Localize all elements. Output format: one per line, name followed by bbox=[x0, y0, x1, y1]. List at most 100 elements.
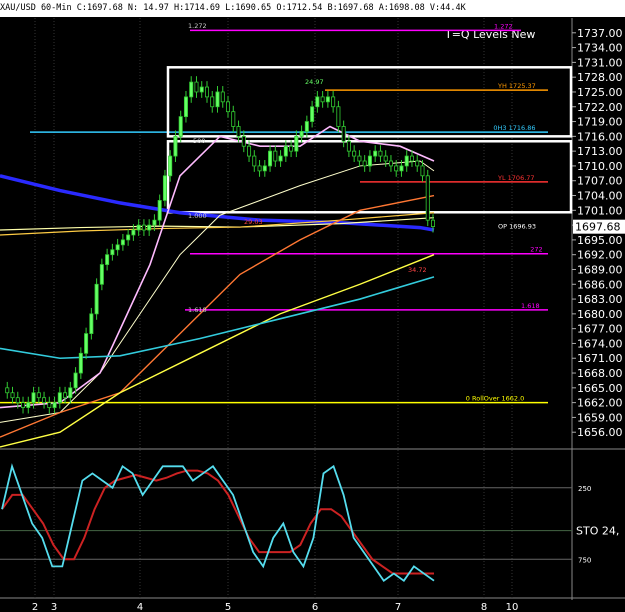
candle-body bbox=[420, 165, 425, 177]
candle-body bbox=[105, 254, 110, 265]
y-tick-label: 1671.00 bbox=[577, 352, 623, 365]
candle-body bbox=[373, 150, 378, 157]
x-tick-label: 5 bbox=[225, 602, 231, 612]
level-label: YH 1725.37 bbox=[497, 82, 536, 90]
y-tick-label: 1716.00 bbox=[577, 130, 623, 143]
level-label: OP 1696.93 bbox=[498, 222, 536, 230]
y-tick-label: 1704.00 bbox=[577, 190, 623, 203]
candle-body bbox=[63, 392, 68, 399]
candle-body bbox=[99, 264, 104, 285]
chart-annotation: 1.000 bbox=[188, 212, 207, 220]
candle-body bbox=[131, 229, 136, 236]
candle-body bbox=[152, 219, 157, 226]
candle-body bbox=[73, 372, 78, 389]
candle-body bbox=[257, 165, 262, 172]
candle-body bbox=[162, 175, 167, 201]
candle-body bbox=[394, 165, 399, 172]
candle-body bbox=[236, 126, 241, 137]
candle-body bbox=[215, 91, 220, 108]
candle-body bbox=[409, 155, 414, 162]
x-tick-label: 4 bbox=[137, 602, 143, 612]
candle-body bbox=[383, 155, 388, 162]
candle-body bbox=[278, 155, 283, 162]
y-tick-label: 1731.00 bbox=[577, 56, 623, 69]
candle-body bbox=[262, 165, 267, 172]
x-tick-label: 6 bbox=[312, 602, 318, 612]
candle-body bbox=[147, 224, 152, 231]
candle-body bbox=[57, 392, 62, 404]
chart-annotation: 29.03 bbox=[244, 218, 263, 226]
x-tick-label: 2 bbox=[32, 602, 38, 612]
x-tick-label: 7 bbox=[395, 602, 401, 612]
osc-slow-line bbox=[1, 469, 434, 575]
x-tick-label: 3 bbox=[51, 602, 57, 612]
candle-body bbox=[204, 86, 209, 98]
candle-body bbox=[189, 81, 194, 98]
chart-annotation: 1.272 bbox=[188, 22, 207, 30]
ma-yellow bbox=[0, 254, 435, 448]
candle-body bbox=[283, 145, 288, 157]
candle-body bbox=[404, 155, 409, 167]
candle-body bbox=[310, 106, 315, 122]
chart-annotation: 34.72 bbox=[408, 266, 427, 274]
candle-body bbox=[115, 244, 120, 251]
candle-body bbox=[252, 155, 257, 167]
y-tick-label: 1674.00 bbox=[577, 337, 623, 350]
candle-body bbox=[415, 160, 420, 167]
y-tick-label: 1695.00 bbox=[577, 234, 623, 247]
candle-body bbox=[157, 200, 162, 221]
candle-body bbox=[42, 397, 47, 404]
candle-body bbox=[178, 116, 183, 137]
candle-body bbox=[399, 165, 404, 172]
candle-body bbox=[47, 402, 52, 408]
candle-body bbox=[289, 145, 294, 152]
candle-body bbox=[94, 283, 99, 315]
candle-body bbox=[346, 140, 351, 152]
candle-body bbox=[210, 96, 215, 108]
y-tick-label: 1701.00 bbox=[577, 204, 623, 217]
osc-tick-label: 750 bbox=[578, 556, 591, 564]
y-tick-label: 1656.00 bbox=[577, 426, 623, 439]
y-tick-label: 1668.00 bbox=[577, 367, 623, 380]
y-tick-label: 1707.00 bbox=[577, 175, 623, 188]
candle-body bbox=[352, 150, 357, 157]
last-price-label: 1697.68 bbox=[575, 221, 621, 234]
y-tick-label: 1710.00 bbox=[577, 160, 623, 173]
y-tick-label: 1683.00 bbox=[577, 293, 623, 306]
candle-body bbox=[268, 150, 273, 167]
candle-body bbox=[89, 313, 94, 334]
candle-body bbox=[231, 111, 236, 127]
ma-cream bbox=[0, 160, 435, 423]
candle-body bbox=[430, 219, 435, 227]
ma-pink bbox=[0, 125, 435, 409]
y-tick-label: 1713.00 bbox=[577, 145, 623, 158]
osc-fast-line bbox=[1, 463, 435, 582]
y-tick-label: 1725.00 bbox=[577, 86, 623, 99]
candle-body bbox=[425, 175, 430, 221]
candle-body bbox=[10, 392, 15, 399]
y-tick-label: 1662.00 bbox=[577, 397, 623, 410]
candle-body bbox=[331, 96, 336, 108]
candle-body bbox=[141, 224, 146, 231]
y-tick-label: 1686.00 bbox=[577, 278, 623, 291]
candle-body bbox=[31, 392, 36, 404]
candle-body bbox=[357, 155, 362, 162]
level-label: 0 RollOver 1662.0 bbox=[466, 395, 524, 403]
candle-body bbox=[120, 239, 125, 246]
candle-body bbox=[378, 150, 383, 157]
level-label: 272 bbox=[530, 246, 542, 254]
level-label: 1.618 bbox=[521, 302, 540, 310]
candle-body bbox=[136, 224, 141, 231]
y-tick-label: 1677.00 bbox=[577, 323, 623, 336]
price-chart[interactable]: 2 3 4 5 6 7 8 10 1737.00 1734.001731.00 1728.00 172… bbox=[0, 0, 625, 612]
candle-body bbox=[15, 397, 20, 404]
candle-body bbox=[5, 387, 10, 394]
candle-body bbox=[220, 91, 225, 103]
osc-label: STO 24, bbox=[576, 525, 619, 538]
candle-body bbox=[26, 402, 31, 408]
chart-annotation: 1.618 bbox=[188, 306, 207, 314]
level-label: 1.272 bbox=[494, 22, 513, 30]
candle-body bbox=[194, 81, 199, 93]
candle-body bbox=[36, 392, 41, 399]
candle-body bbox=[173, 135, 178, 157]
